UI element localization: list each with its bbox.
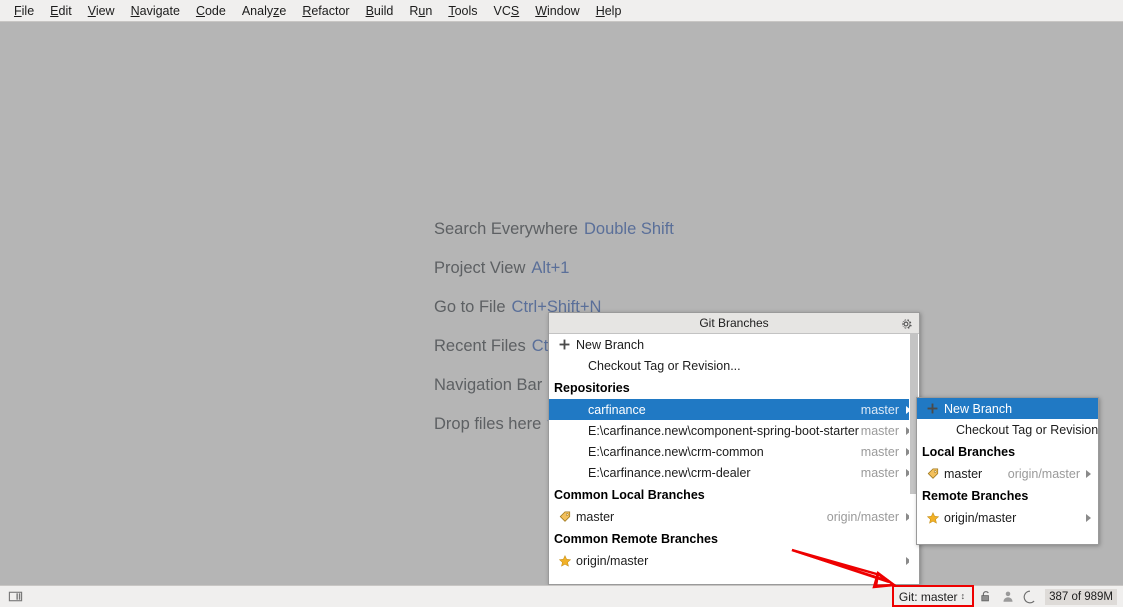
hint-label: Drop files here bbox=[434, 415, 541, 434]
row-tracking-branch: master bbox=[861, 445, 899, 459]
git-branches-popup-body: New Branch Checkout Tag or Revision... Rep… bbox=[549, 334, 919, 585]
unlocked-padlock-icon[interactable] bbox=[979, 589, 993, 604]
popup-row[interactable]: E:\carfinance.new\component-spring-boot-… bbox=[549, 420, 919, 441]
row-label: master bbox=[944, 467, 982, 481]
group-header: Common Local Branches bbox=[549, 483, 919, 506]
menu-item-edit[interactable]: Edit bbox=[42, 2, 80, 20]
star-icon bbox=[925, 512, 940, 524]
group-header: Common Remote Branches bbox=[549, 527, 919, 550]
group-header-label: Local Branches bbox=[922, 445, 1015, 459]
hint-label: Go to File bbox=[434, 298, 506, 317]
row-label: E:\carfinance.new\component-spring-boot-… bbox=[588, 424, 859, 438]
row-tracking-branch: origin/master bbox=[1008, 467, 1080, 481]
group-header-label: Common Remote Branches bbox=[554, 532, 718, 546]
tag-icon bbox=[557, 511, 572, 523]
plus-icon bbox=[557, 339, 572, 350]
progress-circle-icon[interactable] bbox=[1023, 590, 1037, 604]
group-header: Local Branches bbox=[917, 440, 1098, 463]
menu-item-navigate[interactable]: Navigate bbox=[123, 2, 188, 20]
menu-item-code[interactable]: Code bbox=[188, 2, 234, 20]
row-tracking-branch: master bbox=[861, 403, 899, 417]
tag-icon bbox=[925, 468, 940, 480]
row-label: Checkout Tag or Revision... bbox=[956, 423, 1099, 437]
hint-shortcut: Double Shift bbox=[584, 220, 674, 239]
row-label: E:\carfinance.new\crm-common bbox=[588, 445, 764, 459]
menu-item-build[interactable]: Build bbox=[358, 2, 402, 20]
popup-action-0[interactable]: New Branch bbox=[549, 334, 919, 355]
star-icon bbox=[557, 555, 572, 567]
gear-icon[interactable] bbox=[897, 315, 914, 332]
status-bar: Git: master ↕ 387 of 989M bbox=[0, 585, 1123, 607]
row-tracking-branch: master bbox=[861, 424, 899, 438]
git-branch-label: Git: master bbox=[899, 590, 958, 604]
editor-hint-row: Search Everywhere Double Shift bbox=[434, 210, 674, 249]
group-header-label: Common Local Branches bbox=[554, 488, 705, 502]
editor-hint-row: Project View Alt+1 bbox=[434, 249, 674, 288]
submenu-action-0[interactable]: New Branch bbox=[917, 398, 1098, 419]
menu-item-vcs[interactable]: VCS bbox=[486, 2, 528, 20]
hint-label: Navigation Bar bbox=[434, 376, 542, 395]
row-label: New Branch bbox=[944, 402, 1012, 416]
submenu-action-1[interactable]: Checkout Tag or Revision... bbox=[917, 419, 1098, 440]
plus-icon bbox=[925, 403, 940, 414]
row-label: origin/master bbox=[944, 511, 1016, 525]
git-branch-status-widget[interactable]: Git: master ↕ bbox=[895, 589, 971, 605]
row-label: New Branch bbox=[576, 338, 644, 352]
menu-item-help[interactable]: Help bbox=[588, 2, 630, 20]
menu-item-analyze[interactable]: Analyze bbox=[234, 2, 294, 20]
ide-window: FileEditViewNavigateCodeAnalyzeRefactorB… bbox=[0, 0, 1123, 607]
row-tracking-branch: origin/master bbox=[827, 510, 899, 524]
hint-shortcut: Alt+1 bbox=[531, 259, 569, 278]
hint-label: Project View bbox=[434, 259, 525, 278]
row-label: master bbox=[576, 510, 614, 524]
hint-label: Search Everywhere bbox=[434, 220, 578, 239]
menu-item-tools[interactable]: Tools bbox=[440, 2, 485, 20]
menu-item-file[interactable]: File bbox=[6, 2, 42, 20]
git-branches-submenu[interactable]: New Branch Checkout Tag or Revision... Loc… bbox=[916, 397, 1099, 545]
submenu-row[interactable]: origin/master bbox=[917, 507, 1098, 528]
popup-row[interactable]: origin/master bbox=[549, 550, 919, 571]
group-header: Remote Branches bbox=[917, 484, 1098, 507]
memory-indicator[interactable]: 387 of 989M bbox=[1045, 589, 1117, 605]
popup-action-1[interactable]: Checkout Tag or Revision... bbox=[549, 355, 919, 376]
popup-row[interactable]: master origin/master bbox=[549, 506, 919, 527]
toolwindow-toggle-icon[interactable] bbox=[8, 589, 23, 604]
chevron-updown-icon: ↕ bbox=[961, 592, 966, 601]
group-header: Repositories bbox=[549, 376, 919, 399]
popup-title: Git Branches bbox=[699, 316, 768, 330]
menu-item-run[interactable]: Run bbox=[401, 2, 440, 20]
menu-item-window[interactable]: Window bbox=[527, 2, 587, 20]
menu-item-view[interactable]: View bbox=[80, 2, 123, 20]
group-header-label: Remote Branches bbox=[922, 489, 1028, 503]
row-label: carfinance bbox=[588, 403, 646, 417]
git-branches-popup[interactable]: Git Branches New Branch Checkout Tag or R… bbox=[548, 312, 920, 585]
group-header-label: Repositories bbox=[554, 381, 630, 395]
chevron-right-icon bbox=[1086, 470, 1091, 478]
popup-row[interactable]: E:\carfinance.new\crm-common master bbox=[549, 441, 919, 462]
row-label: Checkout Tag or Revision... bbox=[588, 359, 741, 373]
chevron-right-icon bbox=[1086, 514, 1091, 522]
row-label: E:\carfinance.new\crm-dealer bbox=[588, 466, 751, 480]
main-menu-bar: FileEditViewNavigateCodeAnalyzeRefactorB… bbox=[0, 0, 1123, 22]
menu-item-refactor[interactable]: Refactor bbox=[294, 2, 357, 20]
popup-row[interactable]: carfinance master bbox=[549, 399, 919, 420]
row-tracking-branch: master bbox=[861, 466, 899, 480]
submenu-row[interactable]: master origin/master bbox=[917, 463, 1098, 484]
git-branches-popup-header: Git Branches bbox=[549, 313, 919, 334]
person-icon[interactable] bbox=[1001, 589, 1015, 604]
hint-label: Recent Files bbox=[434, 337, 526, 356]
row-label: origin/master bbox=[576, 554, 648, 568]
popup-row[interactable]: E:\carfinance.new\crm-dealer master bbox=[549, 462, 919, 483]
